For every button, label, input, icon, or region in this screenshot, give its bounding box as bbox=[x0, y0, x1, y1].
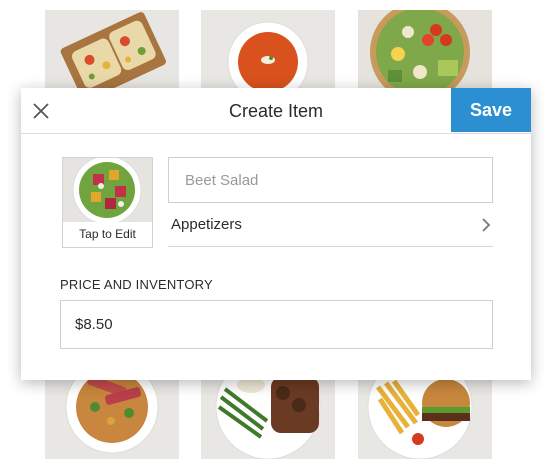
food-photo-tuna-bowl bbox=[45, 367, 179, 459]
price-input[interactable] bbox=[60, 300, 493, 349]
create-item-modal: Create Item Save Tap to Edit Appetizers bbox=[21, 88, 531, 380]
item-photo bbox=[63, 158, 152, 222]
item-name-input[interactable] bbox=[168, 157, 493, 203]
price-inventory-heading: PRICE AND INVENTORY bbox=[60, 277, 213, 292]
modal-header: Create Item Save bbox=[21, 88, 531, 134]
modal-title: Create Item bbox=[228, 101, 324, 121]
category-label: Appetizers bbox=[171, 216, 242, 233]
tap-to-edit-label: Tap to Edit bbox=[63, 222, 152, 247]
food-photo-burger-fries bbox=[358, 367, 492, 459]
food-photo-steak-plate bbox=[201, 367, 335, 459]
item-thumbnail[interactable]: Tap to Edit bbox=[62, 157, 153, 248]
chevron-right-icon bbox=[482, 218, 491, 232]
category-selector[interactable]: Appetizers bbox=[168, 203, 493, 247]
save-button[interactable]: Save bbox=[451, 88, 531, 132]
